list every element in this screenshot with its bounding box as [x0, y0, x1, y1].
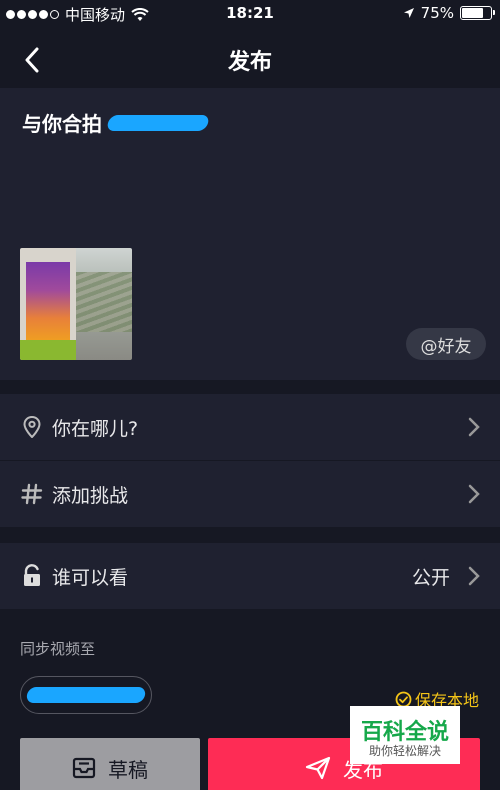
location-pin-icon — [20, 415, 44, 439]
redacted-scribble — [25, 687, 147, 703]
location-row[interactable]: 你在哪儿? — [0, 394, 500, 460]
sync-label: 同步视频至 — [20, 640, 96, 658]
draft-box-icon — [72, 757, 96, 779]
section-gap — [0, 380, 500, 394]
video-thumbnail[interactable] — [20, 248, 132, 360]
location-arrow-icon — [403, 8, 414, 18]
unlock-icon — [20, 564, 44, 588]
hashtag-icon — [20, 482, 44, 506]
sync-platform-toggle[interactable] — [20, 676, 152, 714]
thumbnail-left-half — [20, 248, 76, 360]
visibility-label: 谁可以看 — [52, 566, 129, 589]
page-title: 发布 — [227, 50, 272, 75]
post-editor: 与你合拍 @好友 — [0, 88, 500, 380]
section-gap — [0, 527, 500, 543]
redacted-scribble — [105, 114, 211, 131]
status-right: 75% — [403, 4, 495, 22]
visibility-row[interactable]: 谁可以看 公开 — [0, 543, 500, 609]
watermark-subtitle: 助你轻松解决 — [368, 744, 441, 758]
nav-bar: 发布 — [0, 28, 500, 88]
battery-icon — [460, 6, 495, 20]
watermark-logo: 百科全说 助你轻松解决 — [350, 706, 460, 764]
visibility-value: 公开 — [411, 566, 450, 589]
chevron-right-icon — [464, 564, 484, 588]
battery-percent: 75% — [420, 4, 454, 22]
status-bar: 中国移动 18:21 75% — [0, 0, 500, 28]
thumbnail-right-half — [76, 248, 132, 360]
challenge-label: 添加挑战 — [52, 484, 129, 507]
caption-text: 与你合拍 — [22, 112, 102, 136]
chevron-right-icon — [464, 482, 484, 506]
check-circle-icon — [395, 691, 412, 707]
caption-input[interactable]: 与你合拍 — [22, 108, 211, 137]
location-label: 你在哪儿? — [52, 417, 139, 440]
draft-button[interactable]: 草稿 — [20, 738, 200, 790]
send-icon — [305, 756, 331, 780]
chevron-right-icon — [464, 415, 484, 439]
challenge-row[interactable]: 添加挑战 — [0, 461, 500, 527]
at-friend-button[interactable]: @好友 — [406, 328, 486, 360]
draft-label: 草稿 — [108, 757, 148, 782]
